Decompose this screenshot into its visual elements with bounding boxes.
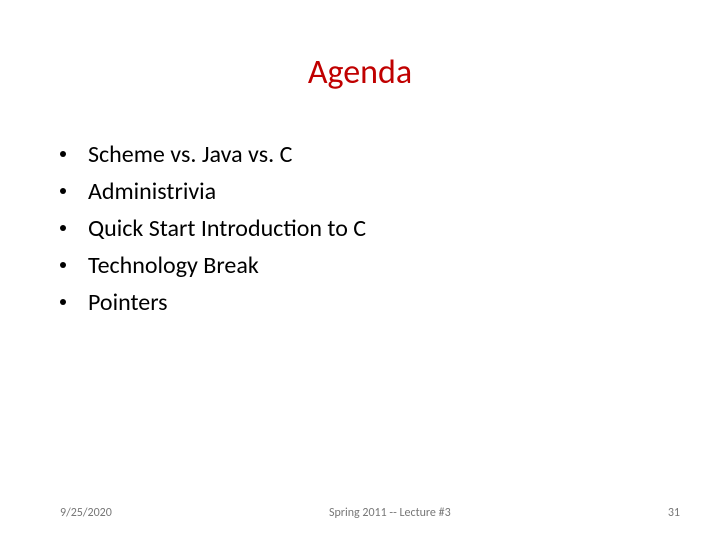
bullet-list: Scheme vs. Java vs. C Administrivia Quic… xyxy=(60,139,664,318)
slide: Agenda Scheme vs. Java vs. C Administriv… xyxy=(0,0,720,540)
list-item-text: Scheme vs. Java vs. C xyxy=(88,139,292,170)
list-item-text: Technology Break xyxy=(88,250,259,281)
list-item: Scheme vs. Java vs. C xyxy=(60,139,664,170)
bullet-icon xyxy=(60,299,66,305)
list-item: Pointers xyxy=(60,287,664,318)
footer: 9/25/2020 Spring 2011 -- Lecture #3 31 xyxy=(0,506,720,520)
list-item: Administrivia xyxy=(60,176,664,207)
bullet-icon xyxy=(60,188,66,194)
footer-page-number: 31 xyxy=(668,506,680,520)
slide-title: Agenda xyxy=(56,52,664,93)
footer-center: Spring 2011 -- Lecture #3 xyxy=(112,506,668,520)
list-item-text: Quick Start Introduction to C xyxy=(88,213,366,244)
bullet-icon xyxy=(60,225,66,231)
list-item-text: Pointers xyxy=(88,287,168,318)
list-item-text: Administrivia xyxy=(88,176,216,207)
footer-date: 9/25/2020 xyxy=(60,506,112,520)
bullet-icon xyxy=(60,262,66,268)
bullet-icon xyxy=(60,151,66,157)
list-item: Quick Start Introduction to C xyxy=(60,213,664,244)
list-item: Technology Break xyxy=(60,250,664,281)
